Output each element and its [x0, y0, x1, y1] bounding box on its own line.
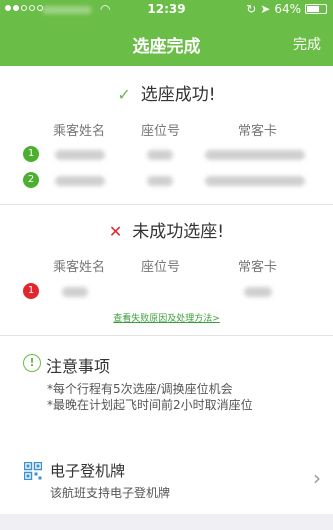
col-frequent-flyer-card: 常客卡 — [238, 260, 278, 275]
failure-heading: ✕ 未成功选座! — [0, 217, 333, 242]
col-passenger-name: 乘客姓名 — [53, 124, 106, 139]
failure-section: ✕ 未成功选座! 乘客姓名 座位号 常客卡 1 查看失败原因及处理方法> — [0, 205, 333, 335]
boarding-pass-subtitle: 该航班支持电子登机牌 — [50, 486, 171, 500]
done-button[interactable]: 完成 — [293, 34, 321, 54]
seat-number-redacted — [147, 150, 173, 160]
page-title: 选座完成 — [132, 37, 201, 57]
failure-reason-link[interactable]: 查看失败原因及处理方法> — [0, 311, 333, 324]
location-icon: ➤ — [260, 2, 271, 16]
notice-line: *每个行程有5次选座/调换座位机会 — [47, 382, 233, 396]
col-seat-number: 座位号 — [141, 260, 181, 275]
cross-icon: ✕ — [108, 222, 123, 241]
exclamation-circle-icon: ! — [23, 354, 41, 372]
success-heading-text: 选座成功! — [140, 85, 216, 105]
chevron-right-icon: › — [313, 466, 321, 490]
table-row: 1 — [0, 283, 333, 301]
row-index-badge: 2 — [23, 172, 39, 188]
checkmark-icon: ✓ — [117, 85, 131, 104]
failure-heading-text: 未成功选座! — [132, 222, 225, 242]
notice-title: 注意事项 — [46, 357, 111, 376]
col-seat-number: 座位号 — [141, 124, 181, 139]
seat-number-redacted — [147, 176, 173, 186]
table-row: 2 — [0, 172, 333, 190]
row-index-badge: 1 — [23, 283, 39, 299]
success-section: ✓ 选座成功! 乘客姓名 座位号 常客卡 1 2 — [0, 66, 333, 204]
col-frequent-flyer-card: 常客卡 — [238, 124, 278, 139]
row-index-badge: 1 — [23, 146, 39, 162]
status-right: ↻ ➤ 64% — [246, 2, 327, 16]
success-heading: ✓ 选座成功! — [0, 80, 333, 105]
frequent-flyer-redacted — [205, 150, 305, 160]
status-bar: ◠ 12:39 ↻ ➤ 64% — [0, 0, 333, 20]
passenger-name-redacted — [55, 150, 105, 160]
boarding-pass-row[interactable]: 电子登机牌 该航班支持电子登机牌 › — [0, 452, 333, 506]
qr-code-icon — [24, 462, 42, 480]
passenger-name-redacted — [62, 287, 88, 297]
boarding-pass-title: 电子登机牌 — [50, 462, 126, 480]
orientation-lock-icon: ↻ — [246, 2, 257, 16]
notice-line: *最晚在计划起飞时间前2小时取消座位 — [47, 398, 253, 412]
notice-section: ! 注意事项 *每个行程有5次选座/调换座位机会 *最晚在计划起飞时间前2小时取… — [0, 336, 333, 514]
col-passenger-name: 乘客姓名 — [53, 260, 106, 275]
frequent-flyer-redacted — [205, 176, 305, 186]
battery-icon — [305, 4, 327, 14]
navigation-bar: 选座完成 完成 — [0, 20, 333, 66]
battery-percent: 64% — [274, 2, 301, 16]
frequent-flyer-redacted — [244, 287, 272, 297]
table-row: 1 — [0, 146, 333, 164]
passenger-name-redacted — [55, 176, 105, 186]
